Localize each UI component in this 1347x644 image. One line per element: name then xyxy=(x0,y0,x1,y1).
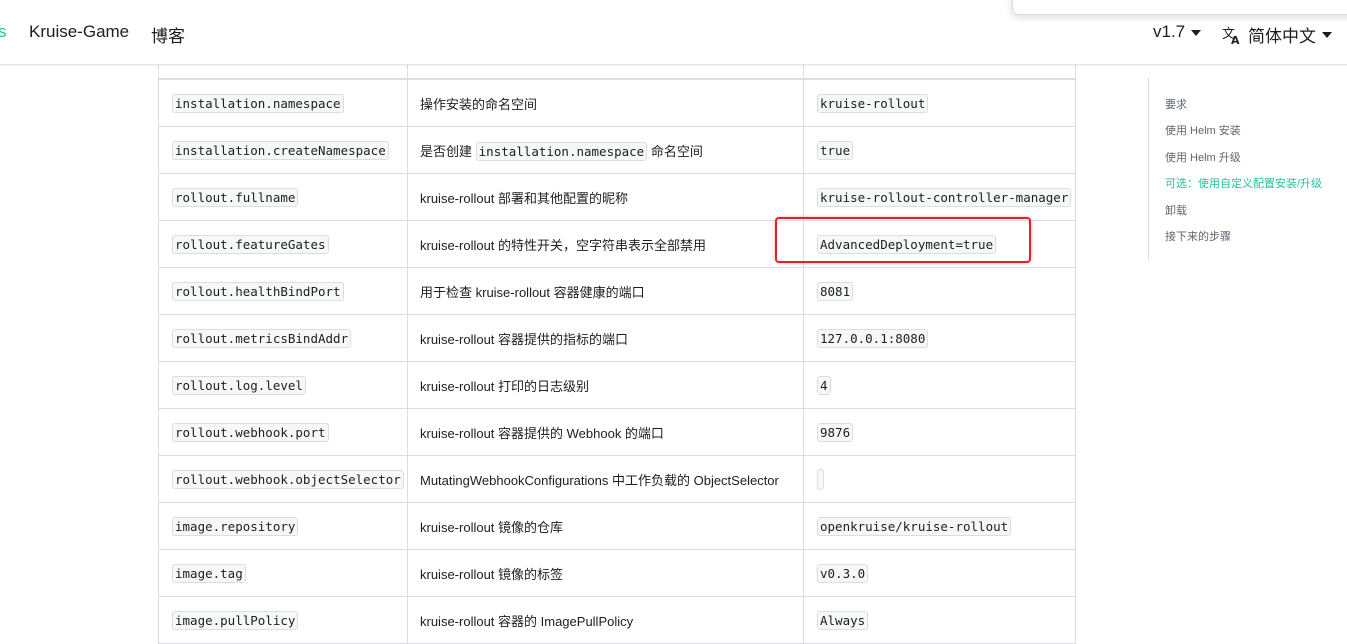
param-default: 9876 xyxy=(817,422,854,442)
param-description: kruise-rollout 的特性开关，空字符串表示全部禁用 xyxy=(407,220,804,268)
param-description: 操作安装的命名空间 xyxy=(407,78,804,127)
table-row: installation.namespace 操作安装的命名空间 kruise-… xyxy=(158,78,1076,127)
param-description: kruise-rollout 容器的 ImagePullPolicy xyxy=(407,596,804,644)
version-dropdown[interactable]: v1.7 xyxy=(1153,22,1202,42)
param-name: installation.namespace xyxy=(172,93,344,113)
language-dropdown[interactable]: 文 A 简体中文 xyxy=(1222,22,1332,47)
table-row: rollout.healthBindPort 用于检查 kruise-rollo… xyxy=(158,267,1076,315)
param-default: true xyxy=(817,140,854,160)
param-default: openkruise/kruise-rollout xyxy=(817,516,1012,536)
param-name: image.tag xyxy=(172,563,246,583)
config-table: installation.namespace 操作安装的命名空间 kruise-… xyxy=(158,62,1076,644)
param-name: rollout.webhook.port xyxy=(172,422,329,442)
param-description: kruise-rollout 部署和其他配置的昵称 xyxy=(407,173,804,221)
red-highlight-annotation xyxy=(775,217,1031,263)
language-label: 简体中文 xyxy=(1248,27,1316,46)
table-row: rollout.log.level kruise-rollout 打印的日志级别… xyxy=(158,361,1076,409)
param-default: Always xyxy=(817,610,869,630)
param-name: image.pullPolicy xyxy=(172,610,299,630)
param-default: 8081 xyxy=(817,281,854,301)
toc-item-requirements[interactable]: 要求 xyxy=(1165,96,1187,112)
chevron-down-icon xyxy=(1322,31,1332,38)
table-row: image.pullPolicy kruise-rollout 容器的 Imag… xyxy=(158,596,1076,644)
param-name: installation.createNamespace xyxy=(172,140,389,160)
param-name: rollout.featureGates xyxy=(172,234,329,254)
version-label: v1.7 xyxy=(1153,22,1186,41)
toc-item-next-steps[interactable]: 接下来的步骤 xyxy=(1165,228,1231,244)
param-default: v0.3.0 xyxy=(817,563,869,583)
desc-text: 命名空间 xyxy=(650,143,703,159)
nav-link-kruise-game[interactable]: Kruise-Game xyxy=(29,22,129,42)
inline-code: installation.namespace xyxy=(475,141,648,161)
table-of-contents: 要求 使用 Helm 安装 使用 Helm 升级 可选：使用自定义配置安装/升级… xyxy=(1148,78,1347,260)
param-name: rollout.metricsBindAddr xyxy=(172,328,352,348)
table-row: image.repository kruise-rollout 镜像的仓库 op… xyxy=(158,502,1076,550)
toc-item-custom-config[interactable]: 可选：使用自定义配置安装/升级 xyxy=(1165,175,1322,191)
param-description: kruise-rollout 镜像的标签 xyxy=(407,549,804,597)
desc-text: 是否创建 xyxy=(420,143,473,159)
param-name: rollout.webhook.objectSelector xyxy=(172,469,404,489)
table-row: image.tag kruise-rollout 镜像的标签 v0.3.0 xyxy=(158,549,1076,597)
svg-text:A: A xyxy=(1231,34,1240,45)
table-row: rollout.metricsBindAddr kruise-rollout 容… xyxy=(158,314,1076,362)
param-default-empty xyxy=(817,468,824,490)
translate-icon: 文 A xyxy=(1222,27,1240,45)
nav-link-truncated[interactable]: s xyxy=(0,22,7,42)
param-default: kruise-rollout xyxy=(817,93,929,113)
param-default: 127.0.0.1:8080 xyxy=(817,328,929,348)
table-row: rollout.webhook.port kruise-rollout 容器提供… xyxy=(158,408,1076,456)
param-name: rollout.healthBindPort xyxy=(172,281,344,301)
param-description: 用于检查 kruise-rollout 容器健康的端口 xyxy=(407,267,804,315)
param-description: kruise-rollout 打印的日志级别 xyxy=(407,361,804,409)
nav-link-blog[interactable]: 博客 xyxy=(151,22,185,47)
table-row: rollout.fullname kruise-rollout 部署和其他配置的… xyxy=(158,173,1076,221)
param-default: kruise-rollout-controller-manager xyxy=(817,187,1072,207)
toc-item-uninstall[interactable]: 卸载 xyxy=(1165,202,1187,218)
param-description: 是否创建 installation.namespace 命名空间 xyxy=(407,126,804,174)
param-description: kruise-rollout 容器提供的指标的端口 xyxy=(407,314,804,362)
param-name: rollout.fullname xyxy=(172,187,299,207)
dropdown-popup xyxy=(1012,0,1347,15)
toc-item-helm-install[interactable]: 使用 Helm 安装 xyxy=(1165,122,1241,138)
toc-item-helm-upgrade[interactable]: 使用 Helm 升级 xyxy=(1165,149,1241,165)
param-name: rollout.log.level xyxy=(172,375,306,395)
table-row: rollout.webhook.objectSelector MutatingW… xyxy=(158,455,1076,503)
param-default: 4 xyxy=(817,375,831,395)
param-description: kruise-rollout 容器提供的 Webhook 的端口 xyxy=(407,408,804,456)
chevron-down-icon xyxy=(1191,29,1202,36)
param-description: MutatingWebhookConfigurations 中工作负载的 Obj… xyxy=(407,455,804,503)
param-description: kruise-rollout 镜像的仓库 xyxy=(407,502,804,550)
table-row: installation.createNamespace 是否创建 instal… xyxy=(158,126,1076,174)
param-name: image.repository xyxy=(172,516,299,536)
